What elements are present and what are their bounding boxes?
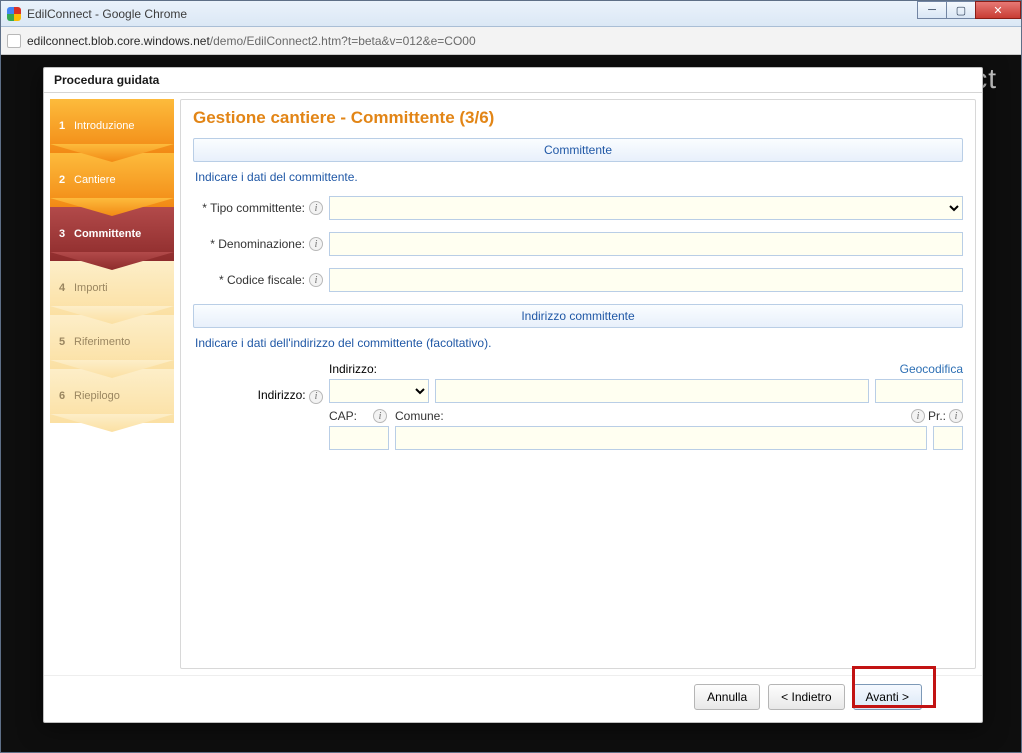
- maximize-button[interactable]: ▢: [946, 1, 976, 19]
- address-block: Indirizzo: i Indirizzo: Geocodifica: [193, 362, 963, 456]
- info-icon[interactable]: i: [309, 390, 323, 404]
- page-backdrop: EdilConnect Procedura guidata 1 Introduz…: [1, 55, 1021, 752]
- row-codice-fiscale: * Codice fiscale: i: [193, 268, 963, 292]
- chrome-icon: [7, 7, 21, 21]
- label-tipo-committente: * Tipo committente:: [202, 201, 305, 215]
- input-civico[interactable]: [875, 379, 963, 403]
- wizard-step-num: 1: [50, 120, 74, 132]
- wizard-sidebar: 1 Introduzione 2 Cantiere 3 Committente …: [50, 99, 174, 669]
- titlebar: EdilConnect - Google Chrome ─ ▢ ✕: [1, 1, 1021, 27]
- wizard-step-label: Cantiere: [74, 174, 116, 186]
- wizard-step-label: Riepilogo: [74, 390, 120, 402]
- info-icon[interactable]: i: [911, 409, 925, 423]
- cancel-button[interactable]: Annulla: [694, 684, 760, 710]
- url-path: /demo/EdilConnect2.htm?t=beta&v=012&e=CO…: [210, 34, 476, 48]
- label-pr: Pr.:: [928, 409, 946, 423]
- info-icon[interactable]: i: [373, 409, 387, 423]
- input-cap[interactable]: [329, 426, 389, 450]
- label-indirizzo-top: Indirizzo:: [329, 362, 377, 376]
- dialog-title: Procedura guidata: [44, 68, 982, 93]
- next-button[interactable]: Avanti >: [853, 684, 922, 710]
- label-codice-fiscale: * Codice fiscale:: [219, 273, 305, 287]
- input-via[interactable]: [435, 379, 869, 403]
- info-icon[interactable]: i: [309, 237, 323, 251]
- info-icon[interactable]: i: [949, 409, 963, 423]
- instruction-committente: Indicare i dati del committente.: [195, 170, 963, 184]
- url-host: edilconnect.blob.core.windows.net: [27, 34, 210, 48]
- wizard-step-num: 6: [50, 390, 74, 402]
- label-cap: CAP:: [329, 409, 357, 423]
- minimize-button[interactable]: ─: [917, 1, 947, 19]
- wizard-step-num: 4: [50, 282, 74, 294]
- wizard-step-label: Committente: [74, 228, 141, 240]
- label-indirizzo-side: Indirizzo:: [258, 388, 306, 402]
- browser-window: EdilConnect - Google Chrome ─ ▢ ✕ edilco…: [0, 0, 1022, 753]
- wizard-step-label: Introduzione: [74, 120, 135, 132]
- row-tipo-committente: * Tipo committente: i: [193, 196, 963, 220]
- window-title: EdilConnect - Google Chrome: [27, 7, 187, 21]
- wizard-step-num: 2: [50, 174, 74, 186]
- info-icon[interactable]: i: [309, 273, 323, 287]
- page-icon: [7, 34, 21, 48]
- link-geocodifica[interactable]: Geocodifica: [900, 362, 963, 376]
- wizard-dialog: Procedura guidata 1 Introduzione 2 Canti…: [43, 67, 983, 723]
- wizard-step-introduzione[interactable]: 1 Introduzione: [50, 99, 174, 153]
- page-heading: Gestione cantiere - Committente (3/6): [193, 108, 963, 128]
- dialog-footer: Annulla < Indietro Avanti >: [44, 675, 982, 722]
- input-pr[interactable]: [933, 426, 963, 450]
- input-comune[interactable]: [395, 426, 927, 450]
- window-buttons: ─ ▢ ✕: [918, 1, 1021, 21]
- dialog-body: 1 Introduzione 2 Cantiere 3 Committente …: [44, 93, 982, 675]
- address-bar[interactable]: edilconnect.blob.core.windows.net/demo/E…: [1, 27, 1021, 55]
- label-comune: Comune:: [395, 409, 444, 423]
- wizard-step-num: 3: [50, 228, 74, 240]
- wizard-step-label: Riferimento: [74, 336, 130, 348]
- section-header-indirizzo: Indirizzo committente: [193, 304, 963, 328]
- input-codice-fiscale[interactable]: [329, 268, 963, 292]
- back-button[interactable]: < Indietro: [768, 684, 844, 710]
- section-header-committente: Committente: [193, 138, 963, 162]
- row-denominazione: * Denominazione: i: [193, 232, 963, 256]
- label-denominazione: * Denominazione:: [210, 237, 305, 251]
- input-denominazione[interactable]: [329, 232, 963, 256]
- select-tipo-via[interactable]: [329, 379, 429, 403]
- info-icon[interactable]: i: [309, 201, 323, 215]
- instruction-indirizzo: Indicare i dati dell'indirizzo del commi…: [195, 336, 963, 350]
- url-text: edilconnect.blob.core.windows.net/demo/E…: [27, 34, 476, 48]
- close-button[interactable]: ✕: [975, 1, 1021, 19]
- form-panel: Gestione cantiere - Committente (3/6) Co…: [180, 99, 976, 669]
- select-tipo-committente[interactable]: [329, 196, 963, 220]
- wizard-step-num: 5: [50, 336, 74, 348]
- wizard-step-label: Importi: [74, 282, 108, 294]
